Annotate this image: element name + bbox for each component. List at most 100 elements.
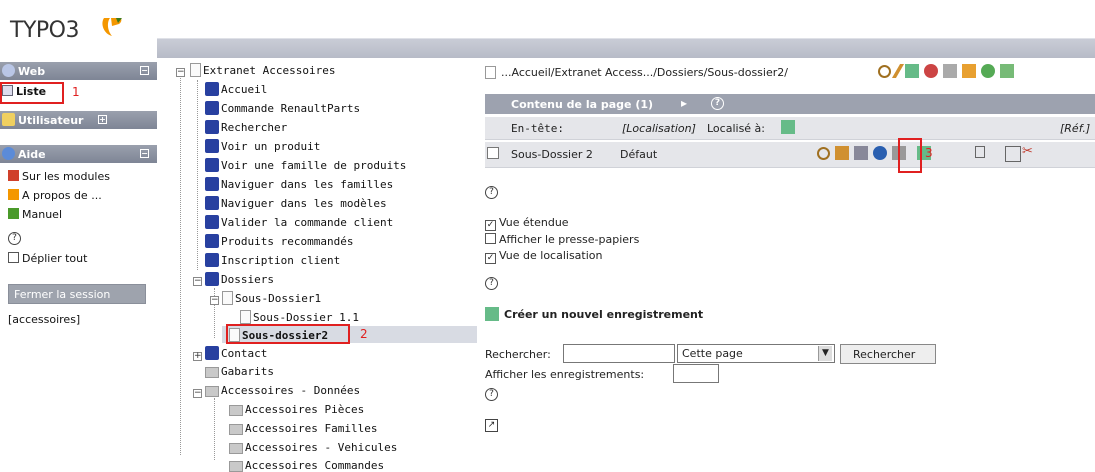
tree-page[interactable]: Commande RenaultParts (205, 101, 360, 115)
page-path-text: ...Accueil/Extranet Access.../Dossiers/S… (501, 66, 788, 79)
tree-label: Naviguer dans les modèles (221, 197, 387, 210)
highlight-box-2 (226, 324, 350, 344)
help-icon[interactable]: ? (485, 186, 498, 199)
search-icon[interactable] (817, 147, 830, 160)
new-content-icon[interactable] (854, 146, 868, 160)
user-icon (2, 113, 15, 126)
expand-arrow-icon[interactable]: ▸ (681, 96, 687, 110)
new-localization-icon[interactable] (781, 120, 795, 134)
tree-contact[interactable]: Contact (205, 346, 267, 360)
tree-gabarits[interactable]: Gabarits (205, 365, 274, 378)
collapse-icon[interactable]: − (140, 66, 149, 75)
module-web-header[interactable]: Web − (0, 62, 157, 80)
deplier-tout[interactable]: Déplier tout (8, 252, 87, 265)
refresh-icon[interactable] (981, 64, 995, 78)
expand-icon[interactable]: + (98, 115, 107, 124)
edit-icon[interactable] (891, 64, 905, 78)
create-record-link[interactable]: Créer un nouvel enregistrement (485, 307, 703, 321)
tree-page[interactable]: Inscription client (205, 253, 340, 267)
chevron-down-icon[interactable]: ▼ (818, 346, 832, 361)
search-icon[interactable] (878, 65, 891, 78)
search-scope-select[interactable]: Cette page ▼ (677, 344, 835, 363)
page-shortcut-icon (205, 346, 219, 360)
deplier-checkbox[interactable] (8, 252, 19, 263)
help-item-about[interactable]: A propos de ... (8, 189, 102, 202)
copy-icon[interactable] (1005, 146, 1021, 162)
search-button[interactable]: Rechercher (840, 344, 936, 364)
tree-collapse-icon[interactable]: − (210, 296, 219, 305)
help-icon[interactable]: ? (485, 388, 498, 401)
history-icon[interactable] (962, 64, 976, 78)
page-shortcut-icon (205, 158, 219, 172)
tree-label: Gabarits (221, 365, 274, 378)
tree-dossiers[interactable]: Dossiers (205, 272, 274, 286)
export-icon[interactable] (1000, 64, 1014, 78)
tree-acc-child[interactable]: Accessoires - Vehicules (229, 441, 397, 454)
tree-collapse-icon[interactable]: − (193, 389, 202, 398)
search-input[interactable] (563, 344, 675, 363)
module-aide-header[interactable]: Aide − (0, 145, 157, 163)
tree-page[interactable]: Naviguer dans les familles (205, 177, 393, 191)
open-in-new-window-icon[interactable]: ↗ (485, 419, 498, 432)
page-shortcut-icon (205, 234, 219, 248)
option-label: Vue de localisation (499, 249, 603, 262)
page-shortcut-icon (205, 215, 219, 229)
tree-page[interactable]: Rechercher (205, 120, 287, 134)
trash-icon[interactable] (975, 146, 985, 158)
tree-root[interactable]: Extranet Accessoires (190, 63, 335, 77)
tree-acc-child[interactable]: Accessoires Pièces (229, 403, 364, 416)
vue-localisation-option[interactable]: ✓ Vue de localisation (485, 249, 603, 264)
deplier-label: Déplier tout (22, 252, 88, 265)
edit-icon[interactable] (835, 146, 849, 160)
tree-page[interactable]: Naviguer dans les modèles (205, 196, 387, 210)
tree-page[interactable]: Voir un produit (205, 139, 320, 153)
tree-page[interactable]: Accueil (205, 82, 267, 96)
new-record-icon[interactable] (905, 64, 919, 78)
cut-icon[interactable]: ✂ (1022, 144, 1033, 159)
collapse-icon[interactable]: − (140, 149, 149, 158)
page-shortcut-icon (205, 120, 219, 134)
help-item-modules[interactable]: Sur les modules (8, 170, 110, 183)
ref-label: [Réf.] (1060, 122, 1091, 135)
tree-page[interactable]: Produits recommandés (205, 234, 353, 248)
tree-acc-child[interactable]: Accessoires Familles (229, 422, 377, 435)
page-shortcut-icon (205, 253, 219, 267)
tree-page[interactable]: Voir une famille de produits (205, 158, 406, 172)
tree-acc-child[interactable]: Accessoires Commandes (229, 459, 384, 472)
tree-label: Voir un produit (221, 140, 321, 153)
tree-collapse-icon[interactable]: − (193, 277, 202, 286)
tree-label: Dossiers (221, 273, 274, 286)
show-records-input[interactable] (673, 364, 719, 383)
tree-expand-icon[interactable]: + (193, 352, 202, 361)
tree-page[interactable]: Valider la commande client (205, 215, 393, 229)
tree-label: Rechercher (221, 121, 288, 134)
hide-icon[interactable] (924, 64, 938, 78)
folder-icon (205, 367, 219, 378)
help-icon[interactable]: ? (711, 97, 724, 110)
content-panel-header: Contenu de la page (1) ▸ ? (485, 94, 1095, 114)
help-item-manuel[interactable]: Manuel (8, 208, 62, 221)
entete-label: En-tête: (511, 122, 564, 135)
move-icon[interactable] (943, 64, 957, 78)
record-name[interactable]: Sous-Dossier 2 (511, 148, 593, 161)
tree-line (197, 80, 198, 270)
help-icon[interactable]: ? (485, 277, 498, 290)
modules-icon (8, 170, 19, 181)
folder-icon (205, 386, 219, 397)
info-icon[interactable] (873, 146, 887, 160)
presse-papiers-checkbox[interactable] (485, 233, 496, 244)
presse-papiers-option[interactable]: Afficher le presse-papiers (485, 233, 639, 246)
vue-localisation-checkbox[interactable]: ✓ (485, 253, 496, 264)
vue-etendue-option[interactable]: ✓ Vue étendue (485, 216, 569, 231)
folder-icon (229, 443, 243, 454)
vue-etendue-checkbox[interactable]: ✓ (485, 220, 496, 231)
tree-sous-dossier1[interactable]: Sous-Dossier1 (222, 291, 321, 305)
module-utilisateur-header[interactable]: Utilisateur + (0, 111, 157, 129)
tree-collapse-icon[interactable]: − (176, 68, 185, 77)
tree-line (180, 75, 181, 455)
logout-button[interactable]: Fermer la session (8, 284, 146, 304)
show-records-label: Afficher les enregistrements: (485, 368, 645, 381)
tree-acc-donnees[interactable]: Accessoires - Données (205, 384, 360, 397)
help-icon[interactable]: ? (8, 232, 21, 245)
tree-sous-dossier11[interactable]: Sous-Dossier 1.1 (240, 310, 359, 324)
